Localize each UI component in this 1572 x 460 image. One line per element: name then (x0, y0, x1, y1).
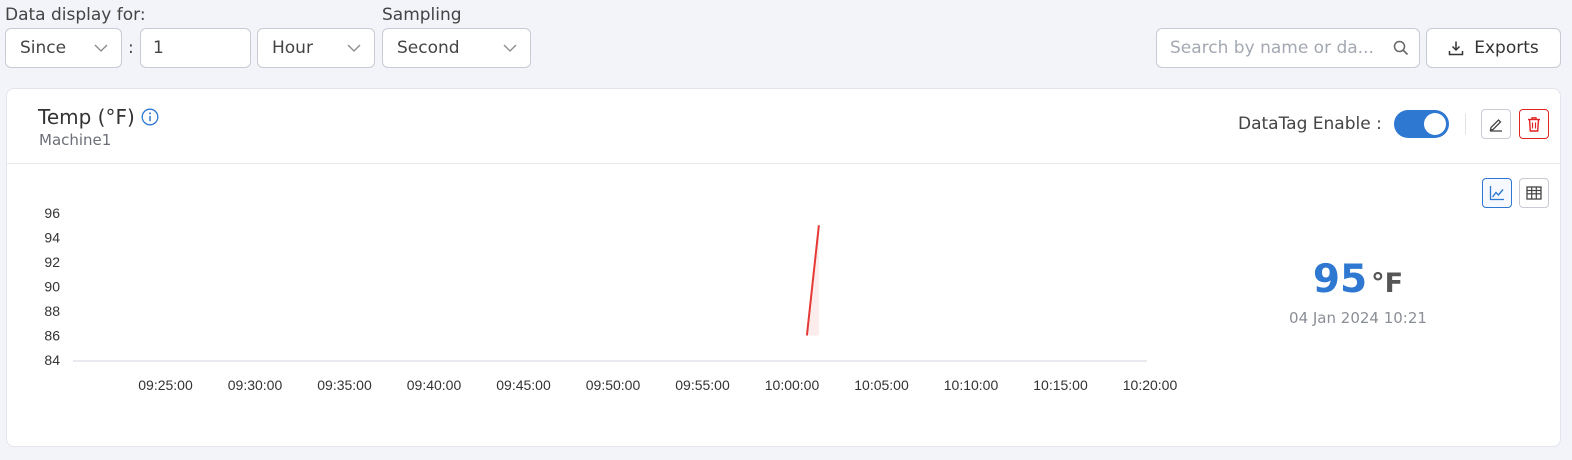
y-tick-label: 96 (44, 205, 60, 221)
x-tick-label: 10:15:00 (1033, 377, 1088, 393)
since-select[interactable]: Since (5, 28, 122, 68)
x-tick-label: 10:20:00 (1123, 377, 1178, 393)
card-title: Temp (°F) (38, 105, 135, 129)
sampling-select[interactable]: Second (382, 28, 531, 68)
x-tick-label: 09:40:00 (407, 377, 462, 393)
edit-button[interactable] (1481, 109, 1511, 139)
table-icon (1526, 185, 1542, 201)
y-tick-label: 84 (44, 352, 60, 368)
pencil-icon (1488, 116, 1504, 132)
header-divider (1465, 114, 1466, 134)
datatag-card: Temp (°F) Machine1 DataTag Enable : 84 8… (6, 88, 1561, 447)
card-header: Temp (°F) Machine1 DataTag Enable : (7, 89, 1560, 164)
sampling-select-value: Second (397, 38, 460, 58)
exports-button[interactable]: Exports (1426, 28, 1561, 68)
reading-timestamp: 04 Jan 2024 10:21 (1289, 309, 1427, 327)
trash-icon (1526, 116, 1542, 132)
reading-unit: °F (1371, 268, 1404, 299)
search-input[interactable] (1170, 38, 1393, 58)
search-box (1156, 28, 1420, 68)
amount-input[interactable] (140, 28, 251, 68)
x-tick-label: 10:00:00 (765, 377, 820, 393)
x-tick-label: 10:05:00 (854, 377, 909, 393)
toggle-knob (1424, 113, 1446, 135)
since-select-value: Since (20, 38, 67, 58)
y-tick-label: 88 (44, 303, 60, 319)
y-tick-label: 92 (44, 254, 60, 270)
line-chart-icon (1489, 185, 1505, 201)
chart-view-button[interactable] (1482, 178, 1512, 208)
x-tick-label: 09:55:00 (675, 377, 730, 393)
x-tick-label: 09:35:00 (317, 377, 372, 393)
current-reading: 95 °F (1243, 257, 1473, 302)
y-tick-label: 90 (44, 279, 60, 295)
info-icon[interactable] (141, 108, 159, 130)
chevron-down-icon (94, 44, 108, 53)
table-view-button[interactable] (1519, 178, 1549, 208)
download-icon (1448, 40, 1464, 56)
x-tick-label: 09:30:00 (228, 377, 283, 393)
colon-separator: : (128, 38, 134, 58)
x-tick-label: 09:25:00 (138, 377, 193, 393)
x-tick-label: 09:50:00 (586, 377, 641, 393)
exports-label: Exports (1474, 38, 1539, 58)
datatag-enable-label: DataTag Enable : (1238, 114, 1382, 134)
time-unit-select-value: Hour (272, 38, 313, 58)
card-subtitle: Machine1 (39, 131, 112, 149)
temperature-chart: 84 86 88 90 92 94 96 09:25:00 09:30:00 09:35:00 09… (44, 205, 1178, 393)
datatag-enable-toggle[interactable] (1394, 110, 1449, 138)
search-icon[interactable] (1393, 40, 1409, 56)
time-unit-select[interactable]: Hour (257, 28, 375, 68)
x-tick-label: 10:10:00 (944, 377, 999, 393)
y-tick-label: 86 (44, 328, 60, 344)
y-tick-label: 94 (44, 230, 60, 246)
x-tick-label: 09:45:00 (496, 377, 551, 393)
chevron-down-icon (503, 44, 517, 53)
reading-value: 95 (1312, 257, 1368, 302)
chevron-down-icon (347, 44, 361, 53)
delete-button[interactable] (1519, 109, 1549, 139)
data-display-label: Data display for: (5, 5, 146, 25)
sampling-label: Sampling (382, 5, 462, 25)
